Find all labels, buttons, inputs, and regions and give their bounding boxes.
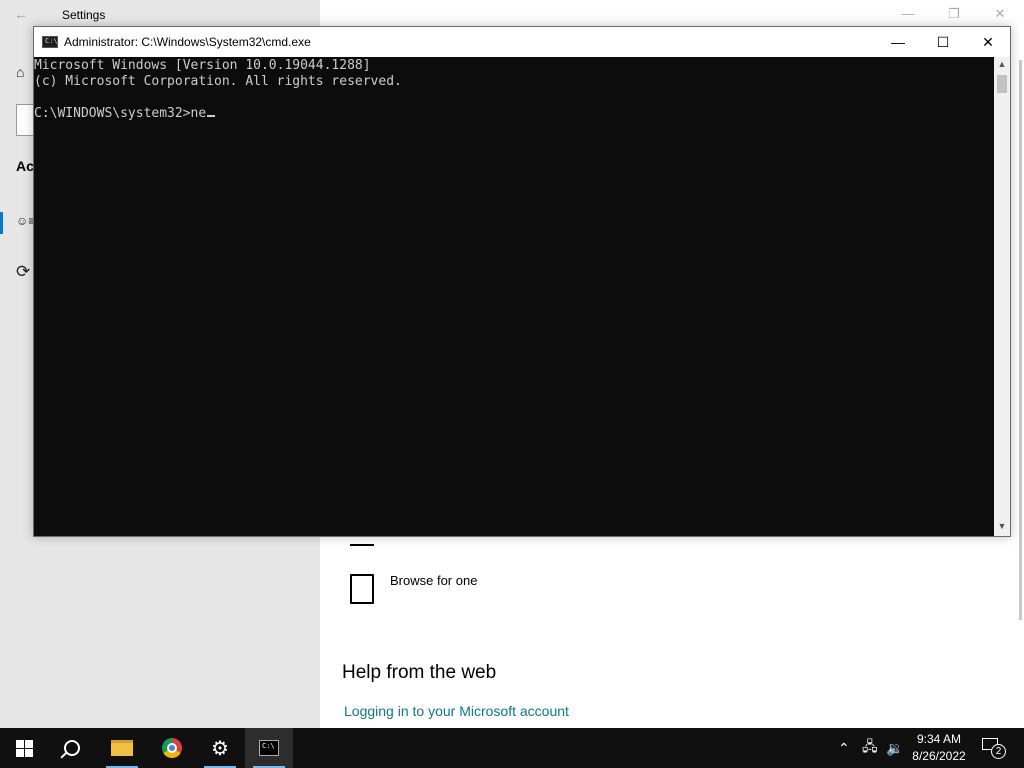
clock-date: 8/26/2022	[912, 749, 966, 763]
chrome-icon	[162, 738, 182, 758]
volume-button[interactable]: 🔉	[886, 728, 903, 768]
settings-minimize-icon[interactable]: —	[898, 6, 918, 21]
show-hidden-icons-button[interactable]: ⌃	[838, 728, 850, 768]
network-button[interactable]: 🖧	[862, 728, 878, 768]
cmd-scrollbar[interactable]: ▲ ▼	[994, 57, 1010, 536]
maximize-button[interactable]: ☐	[920, 27, 966, 57]
sync-icon[interactable]: ⟳	[16, 262, 30, 282]
help-link-microsoft-account[interactable]: Logging in to your Microsoft account	[344, 703, 569, 719]
scroll-down-icon[interactable]: ▼	[994, 521, 1010, 531]
console-prompt: C:\WINDOWS\system32>ne	[34, 106, 207, 121]
notification-count-badge: 2	[991, 744, 1006, 759]
file-explorer-button[interactable]	[98, 728, 146, 768]
cmd-titlebar[interactable]: C:\ Administrator: C:\Windows\System32\c…	[34, 27, 1010, 57]
selected-nav-indicator	[0, 212, 3, 234]
cmd-app-icon: C:\	[42, 36, 58, 48]
cmd-title: Administrator: C:\Windows\System32\cmd.e…	[64, 35, 311, 49]
scroll-thumb[interactable]	[997, 75, 1007, 93]
folder-icon	[111, 740, 133, 756]
cmd-window[interactable]: C:\ Administrator: C:\Windows\System32\c…	[33, 26, 1011, 537]
cmd-icon-text: C:\	[45, 37, 58, 45]
clock-time: 9:34 AM	[916, 732, 962, 746]
console-output[interactable]: Microsoft Windows [Version 10.0.19044.12…	[34, 57, 994, 536]
cmd-taskbar-button[interactable]: C:\	[245, 728, 293, 768]
help-heading: Help from the web	[342, 662, 497, 683]
network-icon: 🖧	[862, 738, 878, 754]
minimize-icon: —	[891, 34, 905, 50]
maximize-icon: ☐	[936, 34, 950, 50]
speaker-icon: 🔉	[886, 739, 904, 756]
text-cursor	[207, 115, 216, 117]
windows-logo-icon	[15, 739, 33, 757]
action-center-button[interactable]: 2	[980, 736, 1010, 760]
settings-close-icon[interactable]: ✕	[990, 6, 1010, 22]
file-icon	[350, 574, 374, 604]
gear-icon: ⚙	[211, 737, 229, 760]
console-line: (c) Microsoft Corporation. All rights re…	[34, 74, 402, 89]
chevron-up-icon: ⌃	[838, 739, 850, 756]
minimize-button[interactable]: —	[875, 27, 921, 57]
settings-restore-icon[interactable]: ❐	[944, 6, 964, 22]
settings-title: Settings	[62, 8, 106, 22]
settings-scrollbar[interactable]	[1019, 60, 1022, 620]
terminal-icon-text: C:\	[262, 742, 275, 750]
close-button[interactable]: ✕	[965, 27, 1011, 57]
home-icon[interactable]: ⌂	[16, 64, 24, 80]
back-arrow-icon[interactable]: ←	[14, 6, 28, 22]
console-line: Microsoft Windows [Version 10.0.19044.12…	[34, 58, 371, 73]
close-icon: ✕	[982, 34, 994, 50]
search-button[interactable]	[48, 728, 96, 768]
start-button[interactable]	[0, 728, 48, 768]
browse-for-one-link[interactable]: Browse for one	[390, 573, 477, 588]
taskbar: ⚙ C:\ ⌃ 🖧 🔉 9:34 AM 8/26/2022 2	[0, 728, 1024, 768]
search-icon	[64, 740, 80, 756]
settings-section-heading: Ac	[16, 158, 34, 174]
console-prompt-line[interactable]: C:\WINDOWS\system32>ne	[34, 106, 216, 121]
clock[interactable]: 9:34 AM 8/26/2022	[904, 731, 974, 765]
settings-taskbar-button[interactable]: ⚙	[196, 728, 244, 768]
scroll-up-icon[interactable]: ▲	[994, 59, 1010, 69]
terminal-icon: C:\	[259, 740, 279, 756]
chrome-button[interactable]	[148, 728, 196, 768]
